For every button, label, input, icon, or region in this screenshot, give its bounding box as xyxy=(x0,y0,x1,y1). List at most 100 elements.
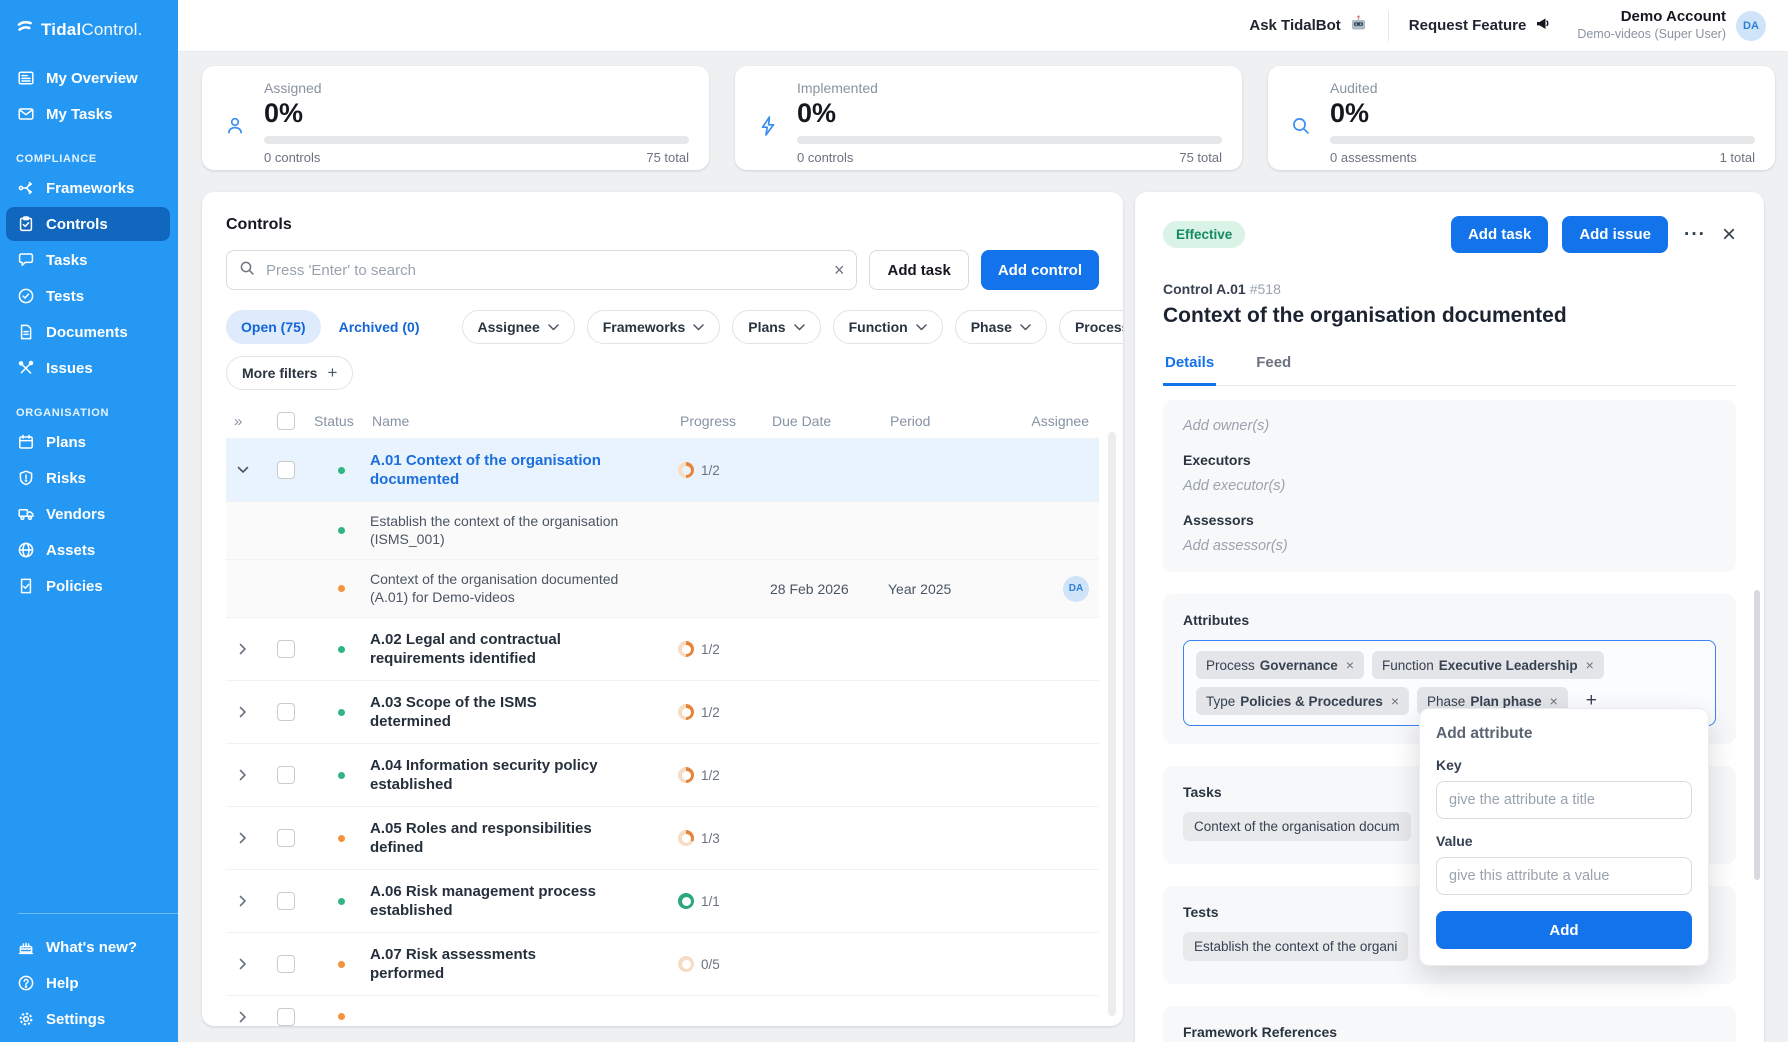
more-filters-button[interactable]: More filters+ xyxy=(226,356,353,390)
add-control-button[interactable]: Add control xyxy=(981,250,1099,290)
sidebar-item-help[interactable]: Help xyxy=(6,966,170,1000)
sidebar-item-issues[interactable]: Issues xyxy=(6,351,170,385)
magnifier-icon xyxy=(1286,80,1316,158)
remove-attribute-icon[interactable]: × xyxy=(1391,693,1399,709)
expand-all-icon[interactable]: » xyxy=(226,413,260,430)
app-logo[interactable]: TidalControl. xyxy=(0,0,178,55)
table-sub-row[interactable]: Establish the context of the organisatio… xyxy=(226,501,1099,559)
filter-process-dropdown[interactable]: Process xyxy=(1059,310,1123,344)
chevron-right-icon[interactable] xyxy=(226,832,260,844)
filter-archived[interactable]: Archived (0) xyxy=(333,310,426,344)
sidebar-item-controls[interactable]: Controls xyxy=(6,207,170,241)
filter-plans-dropdown[interactable]: Plans xyxy=(732,310,820,344)
chevron-right-icon[interactable] xyxy=(226,1011,260,1023)
filter-assignee-dropdown[interactable]: Assignee xyxy=(462,310,575,344)
sidebar: TidalControl. My OverviewMy TasksCOMPLIA… xyxy=(0,0,178,1042)
row-checkbox[interactable] xyxy=(260,829,312,847)
sidebar-item-assets[interactable]: Assets xyxy=(6,533,170,567)
sidebar-item-policies[interactable]: Policies xyxy=(6,569,170,603)
sidebar-item-what-s-new[interactable]: What's new? xyxy=(6,930,170,964)
detail-scrollbar[interactable] xyxy=(1754,590,1760,880)
remove-attribute-icon[interactable]: × xyxy=(1550,693,1558,709)
table-row[interactable]: A.02 Legal and contractual requirements … xyxy=(226,617,1099,680)
filter-phase-dropdown[interactable]: Phase xyxy=(955,310,1047,344)
table-row[interactable]: A.06 Risk management process established… xyxy=(226,869,1099,932)
popup-add-button[interactable]: Add xyxy=(1436,911,1692,949)
sidebar-item-label: Help xyxy=(46,975,79,992)
table-sub-row[interactable]: Context of the organisation documented (… xyxy=(226,559,1099,617)
row-progress: 1/1 xyxy=(678,893,770,909)
stat-total: 75 total xyxy=(1179,150,1222,165)
status-dot-green xyxy=(338,772,345,779)
close-icon[interactable]: × xyxy=(1722,223,1736,247)
select-all-checkbox[interactable] xyxy=(260,412,312,430)
app-title: TidalControl. xyxy=(41,20,143,40)
sidebar-item-tests[interactable]: Tests xyxy=(6,279,170,313)
ask-tidalbot-button[interactable]: Ask TidalBot xyxy=(1249,14,1367,37)
table-row[interactable]: A.05 Roles and responsibilities defined1… xyxy=(226,806,1099,869)
chevron-right-icon[interactable] xyxy=(226,643,260,655)
row-checkbox[interactable] xyxy=(260,640,312,658)
sidebar-item-my-overview[interactable]: My Overview xyxy=(6,61,170,95)
table-row[interactable] xyxy=(226,995,1099,1026)
sidebar-item-documents[interactable]: Documents xyxy=(6,315,170,349)
chevron-right-icon[interactable] xyxy=(226,769,260,781)
row-checkbox[interactable] xyxy=(260,955,312,973)
test-item[interactable]: Establish the context of the organi xyxy=(1183,932,1408,961)
avatar: DA xyxy=(1736,11,1766,41)
filter-function-dropdown[interactable]: Function xyxy=(833,310,943,344)
row-checkbox[interactable] xyxy=(260,892,312,910)
sidebar-item-my-tasks[interactable]: My Tasks xyxy=(6,97,170,131)
detail-add-task-button[interactable]: Add task xyxy=(1451,216,1548,253)
account-menu[interactable]: Demo Account Demo-videos (Super User) DA xyxy=(1577,8,1766,42)
attribute-key-input[interactable] xyxy=(1436,781,1692,819)
sidebar-item-vendors[interactable]: Vendors xyxy=(6,497,170,531)
sidebar-item-tasks[interactable]: Tasks xyxy=(6,243,170,277)
row-checkbox[interactable] xyxy=(260,461,312,479)
row-checkbox[interactable] xyxy=(260,703,312,721)
sidebar-item-settings[interactable]: Settings xyxy=(6,1002,170,1036)
remove-attribute-icon[interactable]: × xyxy=(1586,657,1594,673)
tab-feed[interactable]: Feed xyxy=(1254,354,1293,385)
clear-search-icon[interactable]: × xyxy=(834,261,845,279)
tab-details[interactable]: Details xyxy=(1163,354,1216,386)
filter-open[interactable]: Open (75) xyxy=(226,310,321,344)
add-assessors-field[interactable]: Add assessor(s) xyxy=(1183,538,1716,554)
document-icon xyxy=(16,323,35,342)
request-feature-button[interactable]: Request Feature xyxy=(1409,14,1554,37)
chevron-right-icon[interactable] xyxy=(226,706,260,718)
table-scrollbar[interactable] xyxy=(1108,432,1116,1016)
table-row[interactable]: A.07 Risk assessments performed0/5 xyxy=(226,932,1099,995)
chevron-down-icon[interactable] xyxy=(226,466,260,474)
stat-label: Implemented xyxy=(797,80,1222,96)
row-progress: 1/2 xyxy=(678,767,770,783)
filter-frameworks-dropdown[interactable]: Frameworks xyxy=(587,310,720,344)
task-item[interactable]: Context of the organisation docum xyxy=(1183,812,1411,841)
more-actions-icon[interactable]: ··· xyxy=(1682,224,1708,246)
status-dot-green xyxy=(338,646,345,653)
remove-attribute-icon[interactable]: × xyxy=(1346,657,1354,673)
row-name: A.04 Information security policy establi… xyxy=(370,756,678,795)
chevron-right-icon[interactable] xyxy=(226,895,260,907)
add-owners-field[interactable]: Add owner(s) xyxy=(1183,418,1716,434)
help-icon xyxy=(16,974,35,993)
sidebar-item-frameworks[interactable]: Frameworks xyxy=(6,171,170,205)
table-row[interactable]: A.03 Scope of the ISMS determined1/2 xyxy=(226,680,1099,743)
search-input[interactable] xyxy=(264,261,825,280)
attribute-value-input[interactable] xyxy=(1436,857,1692,895)
executors-label: Executors xyxy=(1183,452,1716,468)
add-executors-field[interactable]: Add executor(s) xyxy=(1183,478,1716,494)
detail-add-issue-button[interactable]: Add issue xyxy=(1562,216,1668,253)
table-row[interactable]: A.01 Context of the organisation documen… xyxy=(226,438,1099,501)
row-checkbox[interactable] xyxy=(260,1008,312,1026)
row-name: A.05 Roles and responsibilities defined xyxy=(370,819,678,858)
sidebar-item-plans[interactable]: Plans xyxy=(6,425,170,459)
sidebar-item-risks[interactable]: Risks xyxy=(6,461,170,495)
stat-body: Audited0%0 assessments1 total xyxy=(1330,80,1755,158)
row-checkbox[interactable] xyxy=(260,766,312,784)
table-row[interactable]: A.04 Information security policy establi… xyxy=(226,743,1099,806)
stat-total: 1 total xyxy=(1720,150,1755,165)
sidebar-item-label: What's new? xyxy=(46,939,137,956)
chevron-right-icon[interactable] xyxy=(226,958,260,970)
add-task-button[interactable]: Add task xyxy=(869,250,968,290)
